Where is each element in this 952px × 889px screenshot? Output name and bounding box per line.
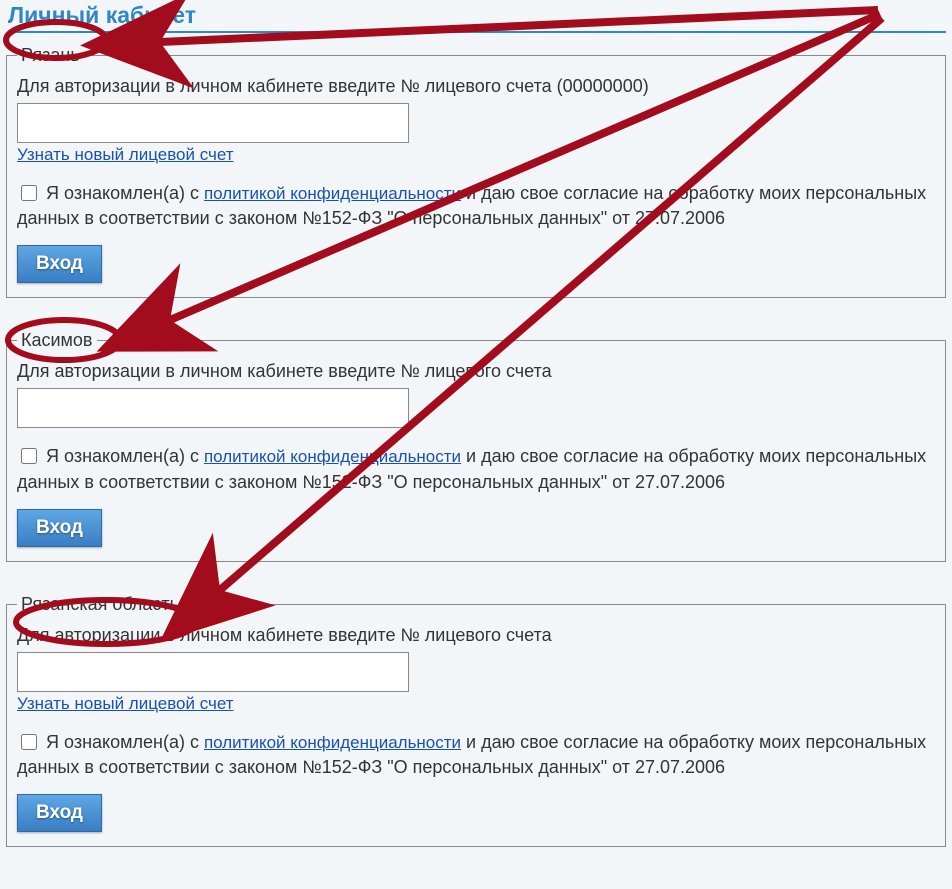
page-title: Личный кабинет <box>8 2 946 33</box>
account-number-input[interactable] <box>17 103 409 143</box>
login-button[interactable]: Вход <box>17 245 102 283</box>
section-kasimov: Касимов Для авторизации в личном кабинет… <box>6 330 946 561</box>
consent-prefix: Я ознакомлен(а) с <box>46 732 204 752</box>
consent-prefix: Я ознакомлен(а) с <box>46 446 204 466</box>
instruction-text: Для авторизации в личном кабинете введит… <box>17 361 935 382</box>
section-ryazan-oblast: Рязанская область Для авторизации в личн… <box>6 594 946 847</box>
consent-checkbox[interactable] <box>21 448 37 464</box>
instruction-text: Для авторизации в личном кабинете введит… <box>17 625 935 646</box>
section-legend: Рязанская область <box>17 594 183 615</box>
find-account-link[interactable]: Узнать новый лицевой счет <box>17 145 234 164</box>
privacy-policy-link[interactable]: политикой конфиденциальности <box>204 184 461 203</box>
privacy-policy-link[interactable]: политикой конфиденциальности <box>204 447 461 466</box>
consent-row: Я ознакомлен(а) с политикой конфиденциал… <box>17 181 935 231</box>
consent-checkbox[interactable] <box>21 185 37 201</box>
privacy-policy-link[interactable]: политикой конфиденциальности <box>204 733 461 752</box>
account-number-input[interactable] <box>17 652 409 692</box>
instruction-text: Для авторизации в личном кабинете введит… <box>17 76 935 97</box>
section-ryazan: Рязань Для авторизации в личном кабинете… <box>6 45 946 298</box>
section-legend: Касимов <box>17 330 97 351</box>
login-button[interactable]: Вход <box>17 509 102 547</box>
consent-row: Я ознакомлен(а) с политикой конфиденциал… <box>17 730 935 780</box>
consent-row: Я ознакомлен(а) с политикой конфиденциал… <box>17 444 935 494</box>
login-button[interactable]: Вход <box>17 794 102 832</box>
consent-checkbox[interactable] <box>21 734 37 750</box>
section-legend: Рязань <box>17 45 84 66</box>
consent-prefix: Я ознакомлен(а) с <box>46 183 204 203</box>
find-account-link[interactable]: Узнать новый лицевой счет <box>17 694 234 713</box>
account-number-input[interactable] <box>17 388 409 428</box>
